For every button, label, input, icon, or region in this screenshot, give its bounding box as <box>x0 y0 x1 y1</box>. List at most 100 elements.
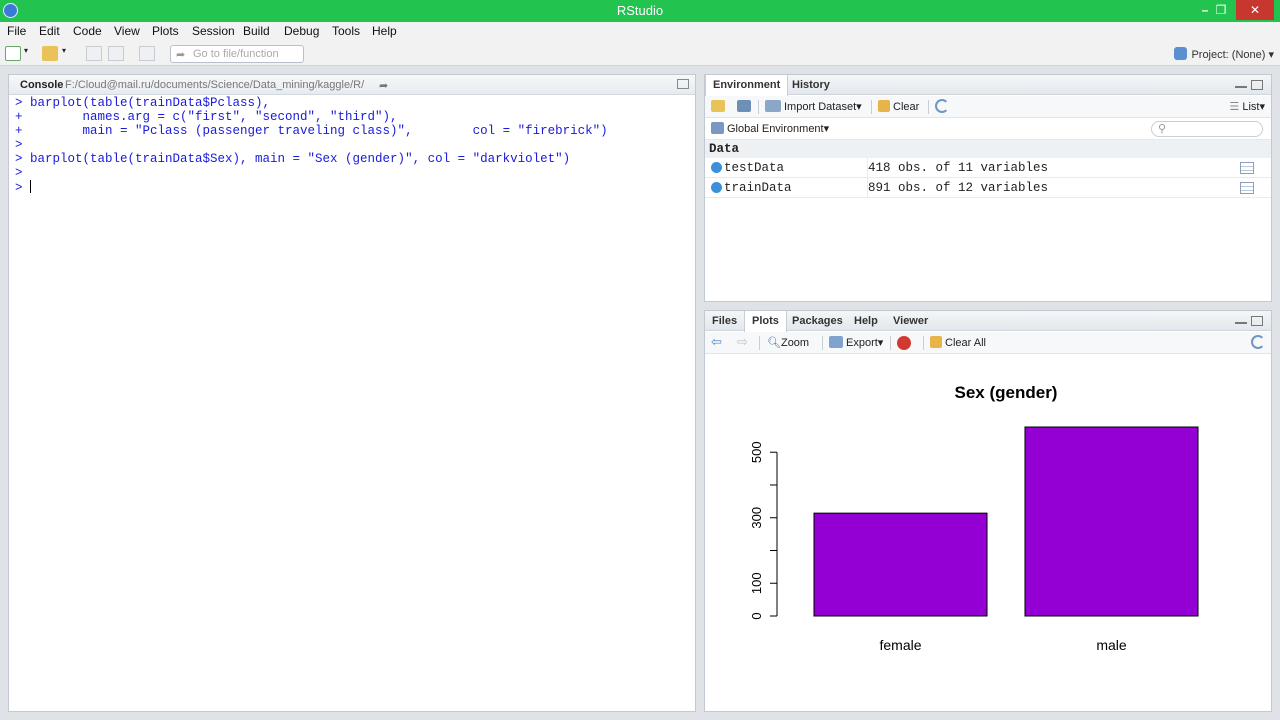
menu-session[interactable]: Session <box>192 24 235 38</box>
maximize-console-icon[interactable] <box>677 79 689 89</box>
environment-pane: Environment History Import Dataset▾ Clea… <box>704 74 1272 302</box>
menu-tools[interactable]: Tools <box>332 24 360 38</box>
y-tick-label: 300 <box>749 507 764 529</box>
project-menu[interactable]: Project: (None) ▾ <box>1174 47 1274 61</box>
open-dropdown-icon[interactable]: ▾ <box>62 46 70 61</box>
env-row-testdata[interactable]: testData 418 obs. of 11 variables <box>705 158 1271 178</box>
list-view-button[interactable]: ☰ List▾ <box>1229 100 1265 113</box>
zoom-icon: 🔍︎ <box>767 337 781 349</box>
console-line: > <box>15 166 23 180</box>
console-line: + names.arg = c("first", "second", "thir… <box>15 110 398 124</box>
project-icon <box>1174 47 1188 60</box>
menu-file[interactable]: File <box>7 24 26 38</box>
search-icon: ⚲ <box>1158 123 1167 135</box>
tab-history[interactable]: History <box>785 75 837 95</box>
menu-edit[interactable]: Edit <box>39 24 60 38</box>
close-button[interactable]: ✕ <box>1236 0 1274 20</box>
global-environment-dropdown[interactable]: Global Environment▾ <box>711 122 829 135</box>
plots-tabbar: Files Plots Packages Help Viewer <box>705 311 1271 332</box>
console-line: + main = "Pclass (passenger traveling cl… <box>15 124 608 138</box>
console-line: > barplot(table(trainData$Pclass), <box>15 96 271 110</box>
open-project-icon[interactable] <box>42 46 58 61</box>
console-pane: Console F:/Cloud@mail.ru/documents/Scien… <box>8 74 696 712</box>
title-bar: RStudio – ❐ ✕ <box>0 0 1280 22</box>
load-workspace-icon[interactable] <box>711 100 728 113</box>
view-data-icon[interactable] <box>1240 162 1254 174</box>
go-to-arrow-icon: ➦ <box>176 49 186 61</box>
menu-view[interactable]: View <box>114 24 140 38</box>
console-title: Console <box>20 79 64 91</box>
chart-title: Sex (gender) <box>955 383 1058 402</box>
x-tick-label: female <box>879 637 921 653</box>
minimize-pane-icon[interactable] <box>1235 316 1247 324</box>
save-icon[interactable] <box>86 46 102 61</box>
console-line: > barplot(table(trainData$Sex), main = "… <box>15 152 571 166</box>
maximize-pane-icon[interactable] <box>1251 316 1263 326</box>
maximize-button[interactable]: ❐ <box>1210 0 1232 20</box>
menu-build[interactable]: Build <box>243 24 270 38</box>
data-section-header: Data <box>705 140 1271 158</box>
save-all-icon[interactable] <box>108 46 124 61</box>
menu-help[interactable]: Help <box>372 24 397 38</box>
env-toolbar: Import Dataset▾ Clear ☰ List▾ <box>705 96 1271 118</box>
y-tick-label: 0 <box>749 612 764 619</box>
clear-env-button[interactable]: Clear <box>878 100 919 113</box>
bar-female <box>813 512 988 617</box>
menu-bar: File Edit Code View Plots Session Build … <box>0 22 1280 42</box>
refresh-env-icon[interactable] <box>935 99 949 113</box>
broom-icon <box>878 100 890 112</box>
menu-code[interactable]: Code <box>73 24 102 38</box>
console-header: Console F:/Cloud@mail.ru/documents/Scien… <box>9 75 695 95</box>
back-arrow-icon[interactable]: ⇦ <box>711 334 722 350</box>
bar-male <box>1024 426 1199 617</box>
tab-viewer[interactable]: Viewer <box>886 311 935 331</box>
y-tick-label: 100 <box>749 572 764 594</box>
console-line: > <box>15 138 23 152</box>
save-workspace-icon[interactable] <box>737 100 754 113</box>
list-icon: ☰ <box>1229 101 1243 113</box>
window-title: RStudio <box>616 3 664 18</box>
maximize-pane-icon[interactable] <box>1251 80 1263 90</box>
plot-canvas[interactable]: Sex (gender) female male 0 100 300 500 <box>705 354 1271 711</box>
plots-toolbar: ⇦ ⇨ 🔍︎Zoom Export▾ Clear All <box>705 332 1271 354</box>
env-search-input[interactable]: ⚲ <box>1151 121 1263 137</box>
import-dataset-button[interactable]: Import Dataset▾ <box>765 100 862 113</box>
remove-plot-icon[interactable] <box>897 336 911 350</box>
expand-icon[interactable] <box>711 182 722 193</box>
view-data-icon[interactable] <box>1240 182 1254 194</box>
menu-plots[interactable]: Plots <box>152 24 179 38</box>
tab-environment[interactable]: Environment <box>705 75 789 96</box>
env-row-traindata[interactable]: trainData 891 obs. of 12 variables <box>705 178 1271 198</box>
x-tick-label: male <box>1096 637 1127 653</box>
go-to-file-input[interactable]: ➦ Go to file/function <box>170 45 304 63</box>
zoom-button[interactable]: 🔍︎Zoom <box>767 336 809 349</box>
tab-files[interactable]: Files <box>705 311 744 331</box>
tab-plots[interactable]: Plots <box>744 311 787 332</box>
new-file-icon[interactable] <box>5 46 21 61</box>
console-prompt[interactable]: > <box>15 180 32 195</box>
import-icon <box>765 100 781 112</box>
console-path: F:/Cloud@mail.ru/documents/Science/Data_… <box>65 79 365 91</box>
tab-packages[interactable]: Packages <box>785 311 850 331</box>
env-tabbar: Environment History <box>705 75 1271 96</box>
new-file-dropdown-icon[interactable]: ▾ <box>24 46 32 61</box>
export-icon <box>829 336 843 348</box>
menu-debug[interactable]: Debug <box>284 24 319 38</box>
broom-icon <box>930 336 942 348</box>
tab-help[interactable]: Help <box>847 311 885 331</box>
forward-arrow-icon[interactable]: ⇨ <box>737 334 748 350</box>
y-tick-label: 500 <box>749 441 764 463</box>
export-button[interactable]: Export▾ <box>829 336 883 349</box>
console-output[interactable]: > barplot(table(trainData$Pclass), + nam… <box>9 95 695 711</box>
text-cursor <box>30 180 32 193</box>
expand-icon[interactable] <box>711 162 722 173</box>
print-icon[interactable] <box>139 46 155 61</box>
environment-icon <box>711 122 724 134</box>
plots-pane: Files Plots Packages Help Viewer ⇦ ⇨ 🔍︎Z… <box>704 310 1272 712</box>
minimize-pane-icon[interactable] <box>1235 80 1247 88</box>
console-go-icon[interactable]: ➦ <box>379 79 388 92</box>
env-scope-bar: Global Environment▾ ⚲ <box>705 118 1271 140</box>
clear-all-button[interactable]: Clear All <box>930 336 986 349</box>
refresh-plot-icon[interactable] <box>1251 335 1265 349</box>
bar-chart: Sex (gender) female male 0 100 300 500 <box>749 383 1199 653</box>
